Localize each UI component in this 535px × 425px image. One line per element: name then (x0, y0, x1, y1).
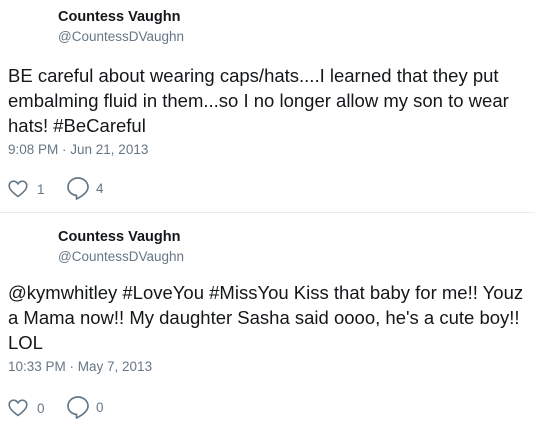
reply-button[interactable]: 0 (66, 395, 104, 419)
author-name[interactable]: Countess Vaughn (58, 228, 180, 246)
reply-count: 0 (96, 399, 104, 415)
like-count: 0 (37, 400, 45, 416)
timestamp[interactable]: 10:33 PM · May 7, 2013 (8, 358, 152, 375)
heart-outline-icon (8, 180, 28, 198)
speech-bubble-icon (66, 176, 90, 200)
avatar[interactable] (6, 221, 48, 263)
tweet-text: @kymwhitley #LoveYou #MissYou Kiss that … (8, 282, 524, 353)
like-button[interactable]: 0 (8, 397, 45, 419)
author-handle[interactable]: @CountessDVaughn (58, 248, 184, 265)
timestamp[interactable]: 9:08 PM · Jun 21, 2013 (8, 141, 148, 158)
reply-count: 4 (96, 180, 104, 196)
like-count: 1 (37, 181, 45, 197)
like-button[interactable]: 1 (8, 178, 45, 200)
author-handle[interactable]: @CountessDVaughn (58, 28, 184, 45)
reply-button[interactable]: 4 (66, 176, 104, 200)
tweet[interactable]: Countess Vaughn @CountessDVaughn BE care… (0, 0, 535, 212)
author-name[interactable]: Countess Vaughn (58, 8, 180, 26)
speech-bubble-icon (66, 395, 90, 419)
heart-outline-icon (8, 399, 28, 417)
tweet-text: BE careful about wearing caps/hats....I … (8, 65, 509, 136)
tweet[interactable]: Countess Vaughn @CountessDVaughn @kymwhi… (0, 213, 535, 425)
avatar[interactable] (6, 8, 48, 50)
